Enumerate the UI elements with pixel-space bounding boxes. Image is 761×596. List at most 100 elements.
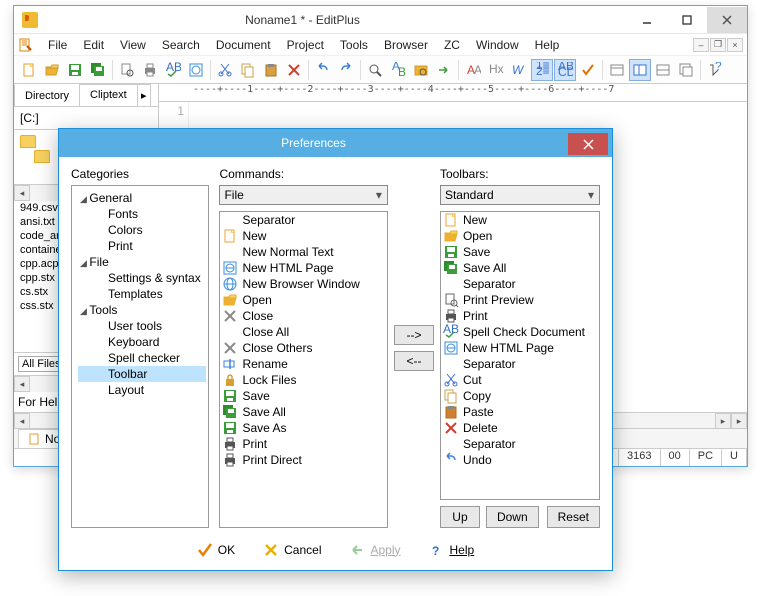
doc-close-button[interactable]: × xyxy=(727,38,743,52)
list-item[interactable]: Save xyxy=(220,388,387,404)
tree-item-toolbar[interactable]: Toolbar xyxy=(78,366,206,382)
list-item[interactable]: New Normal Text xyxy=(220,244,387,260)
list-item[interactable]: Print Direct xyxy=(220,452,387,468)
tb-delete-icon[interactable] xyxy=(283,59,305,81)
tree-item-print[interactable]: Print xyxy=(78,238,206,254)
tree-item-fonts[interactable]: Fonts xyxy=(78,206,206,222)
tb-wordwrap-icon[interactable]: W xyxy=(508,59,530,81)
tb-replace-icon[interactable]: AB xyxy=(387,59,409,81)
tb-spellcheck-icon[interactable]: ABC xyxy=(162,59,184,81)
list-item[interactable]: Separator xyxy=(441,356,599,372)
tree-item-user-tools[interactable]: User tools xyxy=(78,318,206,334)
tree-item-layout[interactable]: Layout xyxy=(78,382,206,398)
tab-overflow-button[interactable]: ▸ xyxy=(137,84,151,106)
menu-help[interactable]: Help xyxy=(527,36,568,54)
list-item[interactable]: Save All xyxy=(441,260,599,276)
menu-tools[interactable]: Tools xyxy=(332,36,376,54)
tb-check-icon[interactable] xyxy=(577,59,599,81)
list-item[interactable]: Rename xyxy=(220,356,387,372)
ok-button[interactable]: OK xyxy=(193,539,239,561)
tb-window3-icon[interactable] xyxy=(652,59,674,81)
list-item[interactable]: Delete xyxy=(441,420,599,436)
tb-font-icon[interactable]: AA xyxy=(462,59,484,81)
tb-new-icon[interactable] xyxy=(18,59,40,81)
tb-hex-icon[interactable]: Hx xyxy=(485,59,507,81)
tree-item-keyboard[interactable]: Keyboard xyxy=(78,334,206,350)
tb-open-icon[interactable] xyxy=(41,59,63,81)
tab-directory[interactable]: Directory xyxy=(14,84,80,106)
list-item[interactable]: ABCSpell Check Document xyxy=(441,324,599,340)
tb-help-icon[interactable]: ? xyxy=(704,59,726,81)
tb-linenumber-icon[interactable]: 1≡2≡ xyxy=(531,59,553,81)
tb-html-icon[interactable] xyxy=(185,59,207,81)
tb-window4-icon[interactable] xyxy=(675,59,697,81)
tree-item-settings-syntax[interactable]: Settings & syntax xyxy=(78,270,206,286)
list-item[interactable]: Open xyxy=(441,228,599,244)
move-right-button[interactable]: --> xyxy=(394,325,434,345)
tb-print-icon[interactable] xyxy=(139,59,161,81)
menu-browser[interactable]: Browser xyxy=(376,36,436,54)
commands-dropdown[interactable]: File xyxy=(219,185,388,205)
menu-zc[interactable]: ZC xyxy=(436,36,468,54)
list-item[interactable]: Print xyxy=(220,436,387,452)
list-item[interactable]: Save As xyxy=(220,420,387,436)
list-item[interactable]: Print xyxy=(441,308,599,324)
tab-cliptext[interactable]: Cliptext xyxy=(79,84,138,106)
menu-edit[interactable]: Edit xyxy=(75,36,112,54)
tb-columnmarker-icon[interactable]: ABCD xyxy=(554,59,576,81)
tb-goto-icon[interactable] xyxy=(433,59,455,81)
tb-saveall-icon[interactable] xyxy=(87,59,109,81)
tb-redo-icon[interactable] xyxy=(335,59,357,81)
tb-window1-icon[interactable] xyxy=(606,59,628,81)
list-item[interactable]: Paste xyxy=(441,404,599,420)
tb-find-icon[interactable] xyxy=(364,59,386,81)
list-item[interactable]: Undo xyxy=(441,452,599,468)
tb-undo-icon[interactable] xyxy=(312,59,334,81)
menu-search[interactable]: Search xyxy=(154,36,208,54)
list-item[interactable]: New xyxy=(441,212,599,228)
tree-group-file[interactable]: File xyxy=(78,254,206,270)
list-item[interactable]: Open xyxy=(220,292,387,308)
menu-view[interactable]: View xyxy=(112,36,154,54)
tb-copy-icon[interactable] xyxy=(237,59,259,81)
list-item[interactable]: Separator xyxy=(220,212,387,228)
list-item[interactable]: New xyxy=(220,228,387,244)
apply-button[interactable]: Apply xyxy=(345,539,404,561)
prefs-close-button[interactable] xyxy=(568,133,608,155)
list-item[interactable]: Close Others xyxy=(220,340,387,356)
maximize-button[interactable] xyxy=(667,7,707,33)
sb-left2[interactable]: ◂ xyxy=(14,376,30,392)
tb-print-preview-icon[interactable] xyxy=(116,59,138,81)
list-item[interactable]: Save All xyxy=(220,404,387,420)
tree-item-colors[interactable]: Colors xyxy=(78,222,206,238)
list-item[interactable]: Save xyxy=(441,244,599,260)
help-button[interactable]: ? Help xyxy=(425,539,479,561)
tb-save-icon[interactable] xyxy=(64,59,86,81)
sb-left[interactable]: ◂ xyxy=(14,185,30,201)
list-item[interactable]: Close xyxy=(220,308,387,324)
tree-item-spell-checker[interactable]: Spell checker xyxy=(78,350,206,366)
list-item[interactable]: New HTML Page xyxy=(220,260,387,276)
menu-document[interactable]: Document xyxy=(208,36,279,54)
tree-group-general[interactable]: General xyxy=(78,190,206,206)
list-item[interactable]: Lock Files xyxy=(220,372,387,388)
reset-button[interactable]: Reset xyxy=(547,506,600,528)
list-item[interactable]: New HTML Page xyxy=(441,340,599,356)
cancel-button[interactable]: Cancel xyxy=(259,539,325,561)
menu-project[interactable]: Project xyxy=(279,36,332,54)
doc-restore-button[interactable]: ❐ xyxy=(710,38,726,52)
toolbars-listbox[interactable]: NewOpenSaveSave AllSeparatorPrint Previe… xyxy=(440,211,600,500)
main-titlebar[interactable]: Noname1 * - EditPlus xyxy=(14,6,747,34)
list-item[interactable]: Copy xyxy=(441,388,599,404)
list-item[interactable]: New Browser Window xyxy=(220,276,387,292)
menu-window[interactable]: Window xyxy=(468,36,527,54)
tb-window2-icon[interactable] xyxy=(629,59,651,81)
move-left-button[interactable]: <-- xyxy=(394,351,434,371)
tb-cut-icon[interactable] xyxy=(214,59,236,81)
tb-paste-icon[interactable] xyxy=(260,59,282,81)
drive-selector[interactable]: [C:] xyxy=(14,107,158,130)
toolbars-dropdown[interactable]: Standard xyxy=(440,185,600,205)
close-button[interactable] xyxy=(707,7,747,33)
list-item[interactable]: Separator xyxy=(441,436,599,452)
up-button[interactable]: Up xyxy=(440,506,480,528)
